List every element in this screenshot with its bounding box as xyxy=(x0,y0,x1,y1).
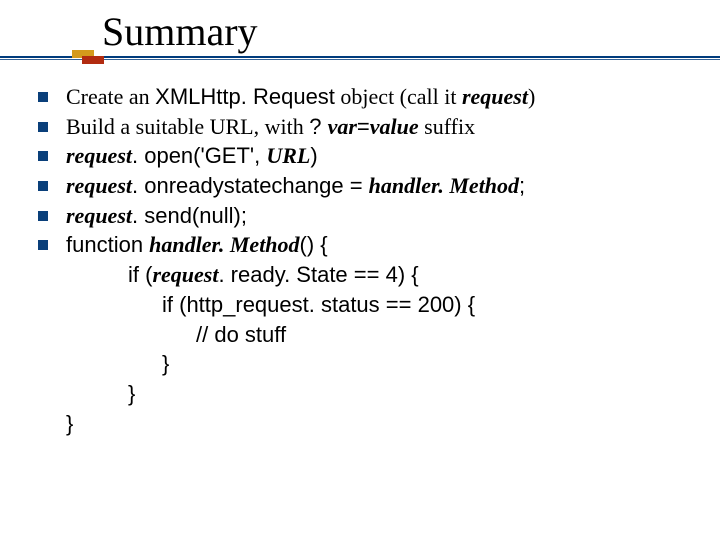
bullet-icon xyxy=(38,122,48,132)
title-wrap: Summary xyxy=(102,10,258,54)
slide-body: Create an XMLHttp. Request object (call … xyxy=(38,82,700,438)
title-underline xyxy=(0,56,720,60)
bullet-row: request. send(null); xyxy=(38,201,700,231)
bullet-row: Create an XMLHttp. Request object (call … xyxy=(38,82,700,112)
code-line: if (request. ready. State == 4) { xyxy=(66,260,700,290)
code-line: if (http_request. status == 200) { xyxy=(66,290,700,320)
bullet-icon xyxy=(38,211,48,221)
bullet-row: Build a suitable URL, with ? var=value s… xyxy=(38,112,700,142)
bullet-text: request. open('GET', URL) xyxy=(66,141,700,171)
bullet-icon xyxy=(38,92,48,102)
bullet-text: Create an XMLHttp. Request object (call … xyxy=(66,82,700,112)
bullet-text: request. send(null); xyxy=(66,201,700,231)
bullet-text: function handler. Method() { xyxy=(66,230,700,260)
slide: Summary Create an XMLHttp. Request objec… xyxy=(0,0,720,540)
code-block: if (request. ready. State == 4) { if (ht… xyxy=(66,260,700,438)
bullet-text: Build a suitable URL, with ? var=value s… xyxy=(66,112,700,142)
code-line: } xyxy=(66,409,700,439)
bullet-icon xyxy=(38,181,48,191)
bullet-row: function handler. Method() { xyxy=(38,230,700,260)
code-line: } xyxy=(66,349,700,379)
code-line: } xyxy=(66,379,700,409)
title-accent-icon xyxy=(72,50,102,64)
bullet-text: request. onreadystatechange = handler. M… xyxy=(66,171,700,201)
bullet-row: request. open('GET', URL) xyxy=(38,141,700,171)
bullet-row: request. onreadystatechange = handler. M… xyxy=(38,171,700,201)
slide-title: Summary xyxy=(102,10,258,54)
bullet-icon xyxy=(38,151,48,161)
bullet-icon xyxy=(38,240,48,250)
code-line: // do stuff xyxy=(66,320,700,350)
